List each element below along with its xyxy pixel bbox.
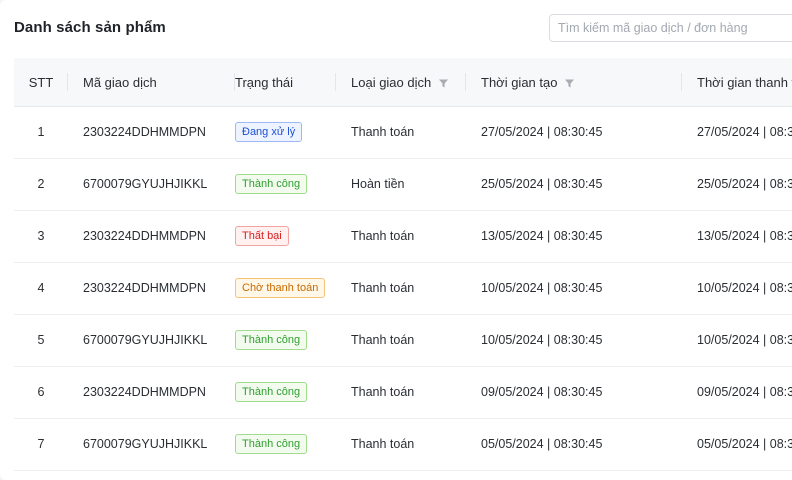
row-updated: 13/05/2024 | 08:3 [697,229,792,243]
row-updated: 25/05/2024 | 08:3 [697,177,792,191]
status-badge: Thất bại [235,226,289,246]
row-status-cell: Thành công [235,159,308,209]
row-type: Thanh toán [351,333,415,347]
status-badge: Đang xử lý [235,122,303,142]
row-code: 6700079GYUJHJIKKL [83,333,208,347]
status-badge: Thành công [235,382,308,402]
row-stt: 1 [37,125,45,139]
column-header-label: Thời gian tạo [481,74,558,90]
filter-icon[interactable] [439,79,449,88]
row-status-cell: Thành công [235,315,308,365]
column-header-type[interactable]: Loại giao dịch [336,58,466,106]
row-stt: 3 [37,229,45,243]
row-created: 25/05/2024 | 08:30:45 [481,177,603,191]
row-created: 09/05/2024 | 08:30:45 [481,385,603,399]
row-code: 2303224DDHMMDPN [83,125,206,139]
row-updated: 10/05/2024 | 08:3 [697,333,792,347]
row-updated: 10/05/2024 | 08:3 [697,281,792,295]
row-type: Thanh toán [351,437,415,451]
status-badge: Thành công [235,330,308,350]
row-updated: 27/05/2024 | 08:3 [697,125,792,139]
column-header-created[interactable]: Thời gian tạo [466,58,682,106]
table-row[interactable]: 1 2303224DDHMMDPN Đang xử lý Thanh toán … [14,107,792,159]
row-type: Thanh toán [351,281,415,295]
table-row[interactable]: 4 2303224DDHMMDPN Chờ thanh toán Thanh t… [14,263,792,315]
row-status-cell: Thành công [235,367,308,417]
row-created: 13/05/2024 | 08:30:45 [481,229,603,243]
row-code: 6700079GYUJHJIKKL [83,437,208,451]
row-status-cell: Chờ thanh toán [235,263,326,313]
row-type: Thanh toán [351,385,415,399]
row-code: 2303224DDHMMDPN [83,229,206,243]
row-created: 10/05/2024 | 08:30:45 [481,281,603,295]
row-stt: 2 [37,177,45,191]
row-stt: 4 [37,281,45,295]
column-header-label: Mã giao dịch [83,74,157,90]
table-body: 1 2303224DDHMMDPN Đang xử lý Thanh toán … [14,107,792,471]
row-created: 05/05/2024 | 08:30:45 [481,437,603,451]
row-updated: 05/05/2024 | 08:3 [697,437,792,451]
row-type: Thanh toán [351,229,415,243]
row-stt: 6 [37,385,45,399]
column-header-status: Trạng thái [219,58,336,106]
row-code: 2303224DDHMMDPN [83,385,206,399]
table-row[interactable]: 5 6700079GYUJHJIKKL Thành công Thanh toá… [14,315,792,367]
row-status-cell: Đang xử lý [235,107,303,157]
page-title: Danh sách sản phẩm [14,19,166,36]
status-badge: Chờ thanh toán [235,278,326,298]
row-type: Thanh toán [351,125,415,139]
table-row[interactable]: 7 6700079GYUJHJIKKL Thành công Thanh toá… [14,419,792,471]
row-code: 6700079GYUJHJIKKL [83,177,208,191]
transactions-table: STT Mã giao dịch Trạng thái Loại giao dị… [14,58,792,471]
column-header-label: Loại giao dịch [351,74,432,90]
column-header-label: Trạng thái [235,74,294,90]
row-updated: 09/05/2024 | 08:3 [697,385,792,399]
row-created: 10/05/2024 | 08:30:45 [481,333,603,347]
column-header-label: Thời gian thanh t [697,74,792,90]
row-type: Hoàn tiền [351,177,405,191]
table-row[interactable]: 6 2303224DDHMMDPN Thành công Thanh toán … [14,367,792,419]
search-input[interactable] [549,14,792,42]
status-badge: Thành công [235,174,308,194]
column-header-label: STT [28,74,54,90]
status-badge: Thành công [235,434,308,454]
row-status-cell: Thành công [235,419,308,469]
product-list-card: Danh sách sản phẩm STT Mã giao dịch Trạn… [0,0,792,480]
table-row[interactable]: 2 6700079GYUJHJIKKL Thành công Hoàn tiền… [14,159,792,211]
table-row[interactable]: 3 2303224DDHMMDPN Thất bại Thanh toán 13… [14,211,792,263]
table-header: STT Mã giao dịch Trạng thái Loại giao dị… [14,58,792,107]
column-header-updated: Thời gian thanh t [682,58,792,106]
row-stt: 7 [37,437,45,451]
row-code: 2303224DDHMMDPN [83,281,206,295]
row-stt: 5 [37,333,45,347]
row-created: 27/05/2024 | 08:30:45 [481,125,603,139]
column-header-code: Mã giao dịch [68,58,235,106]
filter-icon[interactable] [565,79,575,88]
row-status-cell: Thất bại [235,211,289,261]
column-header-stt: STT [14,58,68,106]
